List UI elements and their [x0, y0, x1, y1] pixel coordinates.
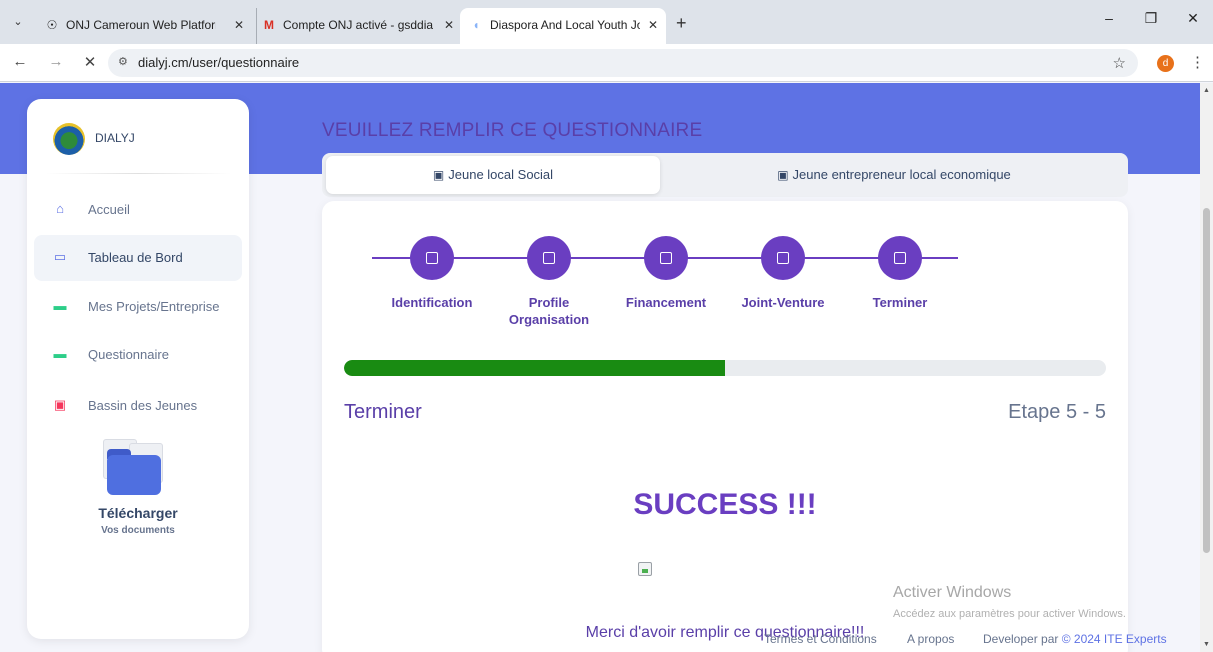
- tab-label: Jeune entrepreneur local economique: [792, 167, 1011, 182]
- id-badge-icon: ▣: [53, 397, 67, 412]
- restore-icon[interactable]: ❐: [1136, 10, 1166, 27]
- broken-image-icon: [638, 562, 652, 576]
- sidebar-item-questionnaire[interactable]: ▬ Questionnaire: [34, 332, 242, 378]
- step-check-icon: [894, 252, 906, 264]
- sidebar-item-bassin-des-jeunes[interactable]: ▣ Bassin des Jeunes: [34, 383, 242, 429]
- step-label: Terminer: [872, 295, 928, 310]
- windows-watermark-subtitle: Accédez aux paramètres pour activer Wind…: [893, 608, 1126, 620]
- globe-icon: ☉: [46, 18, 58, 32]
- browser-menu-icon[interactable]: ⋮: [1190, 53, 1205, 71]
- browser-tab-dialyj[interactable]: ◖ Diaspora And Local Youth Joint ✕: [460, 8, 666, 44]
- step-financement[interactable]: [644, 236, 688, 280]
- sidebar-item-label: Bassin des Jeunes: [88, 398, 198, 413]
- documents-folder-illustration: [99, 439, 169, 501]
- new-tab-button[interactable]: +: [676, 14, 687, 32]
- scroll-up-icon[interactable]: ▲: [1203, 87, 1210, 94]
- brand-name: DIALYJ: [95, 131, 135, 145]
- section-title: Terminer: [344, 401, 422, 423]
- step-check-icon: [426, 252, 438, 264]
- sidebar-item-label: Accueil: [88, 202, 130, 217]
- footer-developer: Developer par © 2024 ITE Experts: [983, 632, 1167, 646]
- dialyj-logo: [53, 123, 85, 155]
- sidebar-item-label: Tableau de Bord: [88, 250, 183, 265]
- sidebar-item-accueil[interactable]: ⌂ Accueil: [34, 187, 242, 233]
- step-identification[interactable]: [410, 236, 454, 280]
- browser-tab-title: Compte ONJ activé - gsddialyj@: [283, 18, 433, 32]
- step-label: Financement: [625, 295, 707, 310]
- close-icon[interactable]: ✕: [234, 8, 244, 42]
- site-settings-icon[interactable]: ⚙: [118, 55, 128, 68]
- window-close-icon[interactable]: ✕: [1178, 10, 1208, 27]
- step-label: Identification: [391, 295, 473, 310]
- step-label: Profile Organisation: [508, 295, 590, 327]
- step-label: Joint-Venture: [741, 295, 825, 310]
- profile-avatar[interactable]: d: [1157, 55, 1174, 72]
- card-icon: ▬: [53, 346, 67, 361]
- address-bar: ← → ✕ ⚙ dialyj.cm/user/questionnaire ☆ d…: [0, 44, 1213, 82]
- step-check-icon: [777, 252, 789, 264]
- home-icon: ⌂: [56, 201, 64, 216]
- browser-tab-onj-platform[interactable]: ☉ ONJ Cameroun Web Platform ✕: [44, 8, 252, 44]
- download-title[interactable]: Télécharger: [27, 505, 249, 521]
- bookmark-star-icon[interactable]: ☆: [1113, 54, 1126, 72]
- close-icon[interactable]: ✕: [648, 8, 658, 42]
- success-message: SUCCESS !!!: [633, 488, 817, 521]
- stop-loading-icon[interactable]: ✕: [80, 53, 100, 71]
- step-counter: Etape 5 - 5: [1008, 401, 1106, 423]
- gmail-icon: M: [264, 18, 274, 32]
- sidebar-item-label: Mes Projets/Entreprise: [88, 299, 220, 314]
- progress-fill: [344, 360, 725, 376]
- url-input[interactable]: ⚙ dialyj.cm/user/questionnaire ☆: [108, 49, 1138, 77]
- minimize-icon[interactable]: –: [1094, 10, 1124, 26]
- card-icon: ▬: [53, 298, 67, 313]
- id-badge-icon: ▣: [432, 168, 445, 182]
- close-icon[interactable]: ✕: [444, 8, 454, 42]
- footer-terms-link[interactable]: Termes et Conditions: [764, 632, 877, 646]
- loading-icon: ◖: [472, 18, 480, 32]
- forward-icon[interactable]: →: [46, 53, 66, 70]
- browser-tab-title: Diaspora And Local Youth Joint: [490, 18, 640, 32]
- download-subtitle: Vos documents: [101, 525, 175, 536]
- step-terminer[interactable]: [878, 236, 922, 280]
- sidebar: DIALYJ ⌂ Accueil ▭ Tableau de Bord ▬ Mes…: [27, 99, 249, 639]
- step-check-icon: [543, 252, 555, 264]
- scroll-thumb[interactable]: [1203, 208, 1210, 553]
- footer-developer-label: Developer par: [983, 632, 1059, 646]
- url-text: dialyj.cm/user/questionnaire: [138, 55, 300, 70]
- questionnaire-tabs: ▣ Jeune local Social ▣ Jeune entrepreneur …: [322, 153, 1128, 197]
- back-icon[interactable]: ←: [10, 53, 30, 70]
- page-scrollbar[interactable]: ▲ ▼: [1200, 83, 1213, 652]
- id-badge-icon: ▣: [777, 168, 789, 182]
- page-title: VEUILLEZ REMPLIR CE QUESTIONNAIRE: [322, 120, 703, 141]
- step-check-icon: [660, 252, 672, 264]
- step-joint-venture[interactable]: [761, 236, 805, 280]
- sidebar-item-label: Questionnaire: [88, 347, 169, 362]
- sidebar-item-mes-projets[interactable]: ▬ Mes Projets/Entreprise: [34, 284, 242, 330]
- tab-jeune-local-social[interactable]: ▣ Jeune local Social: [326, 156, 660, 194]
- scroll-down-icon[interactable]: ▼: [1203, 641, 1210, 648]
- tab-jeune-entrepreneur[interactable]: ▣ Jeune entrepreneur local economique: [664, 156, 1124, 194]
- browser-tab-strip: ⌄ ☉ ONJ Cameroun Web Platform ✕ M Compte O…: [0, 0, 1213, 44]
- progress-bar: [344, 360, 1106, 376]
- browser-tab-gmail[interactable]: M Compte ONJ activé - gsddialyj@ ✕: [256, 8, 462, 44]
- page-viewport: DIALYJ ⌂ Accueil ▭ Tableau de Bord ▬ Mes…: [0, 83, 1200, 652]
- windows-watermark-title: Activer Windows: [893, 584, 1012, 601]
- footer-about-link[interactable]: A propos: [907, 632, 954, 646]
- footer-brand-link[interactable]: © 2024 ITE Experts: [1062, 632, 1167, 646]
- step-profile-organisation[interactable]: [527, 236, 571, 280]
- divider: [45, 173, 231, 174]
- sidebar-item-tableau-de-bord[interactable]: ▭ Tableau de Bord: [34, 235, 242, 281]
- browser-tab-title: ONJ Cameroun Web Platform: [66, 18, 216, 32]
- tab-search-icon[interactable]: ⌄: [8, 12, 28, 32]
- monitor-icon: ▭: [53, 249, 67, 264]
- tab-label: Jeune local Social: [448, 167, 554, 182]
